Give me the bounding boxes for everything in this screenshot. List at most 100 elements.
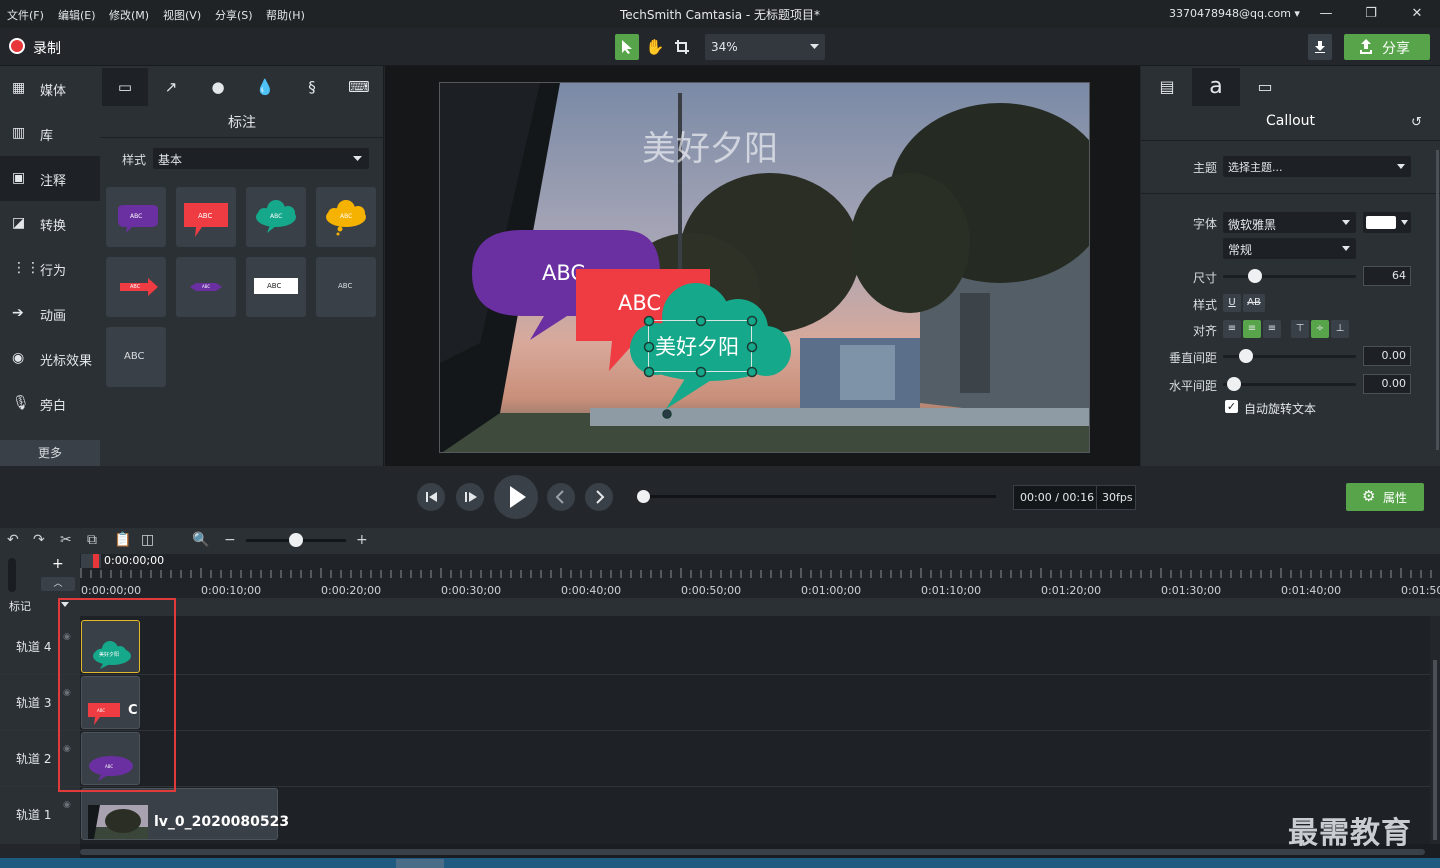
tab-callouts[interactable]: ▭ <box>102 68 148 106</box>
nav-narration[interactable]: 🎙 旁白 <box>0 381 100 426</box>
callout-tile-text[interactable]: ABC <box>106 327 166 387</box>
copy-icon[interactable]: ⧉ <box>87 532 97 548</box>
crop-tool-button[interactable] <box>670 34 694 60</box>
align-top-icon[interactable]: ⊤ <box>1291 320 1309 338</box>
record-icon[interactable] <box>9 38 25 54</box>
pan-tool-button[interactable]: ✋ <box>643 34 667 60</box>
text-style-label: 样式 <box>1192 298 1217 312</box>
callout-tile-plain-text[interactable]: ABC <box>316 257 376 317</box>
next-button[interactable] <box>585 483 613 511</box>
font-value: 微软雅黑 <box>1228 218 1277 232</box>
nav-library[interactable]: ▥ 库 <box>0 111 100 156</box>
callout-tile-white-box[interactable]: ABC <box>246 257 306 317</box>
redo-icon[interactable]: ↷ <box>33 532 45 548</box>
playhead-time: 0:00:00;00 <box>104 554 165 567</box>
restore-icon[interactable]: ❐ <box>1359 4 1383 24</box>
video-thumbnail <box>88 805 148 839</box>
nav-behaviors[interactable]: ⋮⋮ 行为 <box>0 246 100 291</box>
ruler-tick-label: 0:01:40;00 <box>1281 584 1342 597</box>
reset-icon[interactable]: ↺ <box>1411 115 1422 130</box>
properties-scrollbar[interactable] <box>1436 150 1439 450</box>
size-slider-thumb[interactable] <box>1248 269 1262 283</box>
eye-icon[interactable]: ◉ <box>63 800 71 810</box>
track-1-video-clip[interactable]: lv_0_2020080523 <box>81 788 289 840</box>
download-icon <box>1315 41 1325 53</box>
tab-keystroke[interactable]: ⌨ <box>336 68 382 106</box>
cursor-effect-icon: ◉ <box>12 350 25 366</box>
style-select[interactable] <box>153 148 369 169</box>
download-button[interactable] <box>1308 34 1332 60</box>
size-input[interactable]: 64 <box>1363 266 1411 286</box>
collapse-tracks-icon[interactable]: ︿ <box>41 577 75 591</box>
nav-transitions[interactable]: ◪ 转换 <box>0 201 100 246</box>
hspace-slider-track[interactable] <box>1223 383 1356 386</box>
selection-handles[interactable] <box>640 313 770 423</box>
font-label: 字体 <box>1192 217 1217 231</box>
timeline-zoom-thumb[interactable] <box>289 533 303 547</box>
tab-blur[interactable]: 💧 <box>242 68 288 106</box>
hspace-input[interactable]: 0.00 <box>1363 374 1411 394</box>
callout-tile-purple-pill[interactable]: ABC <box>176 257 236 317</box>
align-right-icon[interactable]: ≡ <box>1263 320 1281 338</box>
ruler-ticks <box>80 568 1432 578</box>
split-icon[interactable]: ◫ <box>141 532 154 548</box>
account-menu[interactable]: 3370478948@qq.com ▾ <box>1169 7 1300 20</box>
callout-tile-red-bubble[interactable]: ABC <box>176 187 236 247</box>
tab-annotation-properties[interactable]: ▭ <box>1241 68 1289 106</box>
chevron-down-icon <box>1401 220 1408 225</box>
align-bottom-icon[interactable]: ⊥ <box>1331 320 1349 338</box>
paste-icon[interactable]: 📋 <box>114 532 131 548</box>
scrubber-track[interactable] <box>643 495 996 498</box>
align-left-icon[interactable]: ≡ <box>1223 320 1241 338</box>
vspace-slider-thumb[interactable] <box>1239 349 1253 363</box>
tab-shapes[interactable]: ● <box>195 68 241 106</box>
zoom-out-icon[interactable]: − <box>224 532 236 548</box>
tab-visual-properties[interactable]: ▤ <box>1143 68 1191 106</box>
underline-button[interactable]: U <box>1223 294 1241 312</box>
share-label: 分享 <box>1382 41 1410 57</box>
callout-tile-red-arrow[interactable]: ABC <box>106 257 166 317</box>
cut-icon[interactable]: ✂ <box>60 532 72 548</box>
step-forward-button[interactable] <box>456 483 484 511</box>
align-center-icon[interactable]: ≡ <box>1243 320 1261 338</box>
horizontal-scroll-thumb[interactable] <box>80 849 1425 855</box>
previous-button[interactable] <box>547 483 575 511</box>
callout-tile-yellow-cloud[interactable]: ABC <box>316 187 376 247</box>
zoom-in-icon[interactable]: + <box>356 532 368 548</box>
autorotate-checkbox[interactable]: ✓ <box>1225 400 1238 413</box>
hspace-slider-thumb[interactable] <box>1227 377 1241 391</box>
size-slider-track[interactable] <box>1223 275 1356 278</box>
nav-animations[interactable]: ➔ 动画 <box>0 291 100 336</box>
nav-annotations[interactable]: ▣ 注释 <box>0 156 100 201</box>
nav-cursor-effects[interactable]: ◉ 光标效果 <box>0 336 100 381</box>
play-button[interactable] <box>494 475 538 519</box>
search-icon[interactable]: 🔍 <box>192 532 209 548</box>
add-track-icon[interactable]: + <box>52 556 64 572</box>
annotation-icon: ▣ <box>12 170 26 186</box>
ruler-tick-label: 0:01:20;00 <box>1041 584 1102 597</box>
playhead-marker[interactable] <box>93 554 99 568</box>
callout-tile-purple-bubble[interactable]: ABC <box>106 187 166 247</box>
timeline-ruler[interactable] <box>80 554 1440 598</box>
step-back-button[interactable] <box>417 483 445 511</box>
close-icon[interactable]: ✕ <box>1405 4 1429 24</box>
track-height-slider[interactable] <box>8 558 16 592</box>
strikethrough-button[interactable]: AB <box>1243 294 1265 312</box>
minimize-icon[interactable]: — <box>1314 4 1338 24</box>
more-button[interactable]: 更多 <box>0 440 100 466</box>
callout-tile-green-cloud[interactable]: ABC <box>246 187 306 247</box>
undo-icon[interactable]: ↶ <box>7 532 19 548</box>
vspace-input[interactable]: 0.00 <box>1363 346 1411 366</box>
scrubber-thumb[interactable] <box>637 490 650 503</box>
record-button[interactable]: 录制 <box>33 38 61 58</box>
marker-row[interactable] <box>0 598 1440 616</box>
tab-sketch[interactable]: § <box>289 68 335 106</box>
ruler-tick-label: 0:01:00;00 <box>801 584 862 597</box>
align-middle-icon[interactable]: ÷ <box>1311 320 1329 338</box>
vertical-scroll-thumb[interactable] <box>1433 660 1437 840</box>
tab-text-properties[interactable]: a <box>1192 68 1240 106</box>
select-tool-button[interactable] <box>615 34 639 60</box>
tab-arrows[interactable]: ↗ <box>148 68 194 106</box>
nav-media[interactable]: ▦ 媒体 <box>0 66 100 111</box>
video-preview[interactable]: 美好夕阳 ABC ABC 美好夕阳 <box>439 82 1090 453</box>
